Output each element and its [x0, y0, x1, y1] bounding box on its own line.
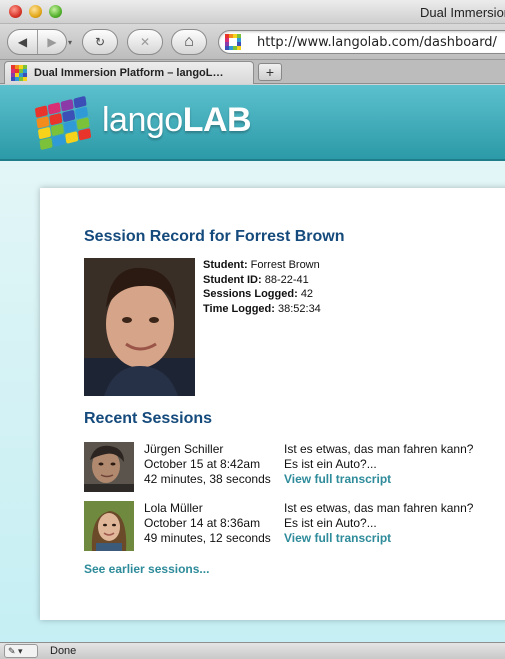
recent-sessions-heading: Recent Sessions	[84, 410, 213, 427]
excerpt-line-1: Ist es etwas, das man fahren kann?	[284, 501, 474, 515]
time-logged-row: Time Logged: 38:52:34	[203, 302, 321, 315]
session-excerpt: Ist es etwas, das man fahren kann? Es is…	[284, 442, 473, 487]
partner-avatar	[84, 442, 134, 492]
session-date: October 14 at 8:36am	[144, 516, 261, 530]
close-window-button[interactable]	[9, 5, 22, 18]
logo-text-bold: LAB	[182, 101, 252, 139]
stop-icon: ✕	[139, 35, 151, 49]
excerpt-line-2: Es ist ein Auto?...	[284, 516, 377, 530]
back-forward-group: ◀ ▶	[7, 29, 67, 55]
student-id-row: Student ID: 88-22-41	[203, 273, 309, 286]
window-title: Dual Immersion	[420, 5, 505, 20]
site-header: langoLAB	[0, 85, 505, 161]
session-excerpt: Ist es etwas, das man fahren kann? Es is…	[284, 501, 473, 546]
tab-label: Dual Immersion Platform – langoL…	[34, 67, 224, 79]
home-button[interactable]: ⌂	[171, 29, 207, 55]
session-record-heading: Session Record for Forrest Brown	[84, 228, 345, 245]
tab-dual-immersion[interactable]: Dual Immersion Platform – langoL…	[4, 61, 254, 84]
student-name-row: Student: Forrest Brown	[203, 259, 320, 271]
reload-button[interactable]: ↻	[82, 29, 118, 55]
excerpt-line-2: Es ist ein Auto?...	[284, 457, 377, 471]
zoom-window-button[interactable]	[49, 5, 62, 18]
view-transcript-link[interactable]: View full transcript	[284, 531, 473, 546]
browser-toolbar: ◀ ▶ ▾ ↻ ✕ ⌂ http://www.langolab.com/dash…	[0, 24, 505, 60]
view-transcript-link[interactable]: View full transcript	[284, 472, 473, 487]
pen-icon[interactable]: ✎ ▾	[4, 644, 38, 658]
langolab-logo-icon[interactable]	[34, 95, 95, 157]
site-favicon-icon	[225, 34, 241, 50]
student-name: Forrest Brown	[250, 259, 320, 271]
student-info: Student: Forrest Brown Student ID: 88-22…	[203, 258, 321, 316]
see-earlier-sessions-link[interactable]: See earlier sessions...	[84, 562, 209, 576]
session-meta: Lola Müller October 14 at 8:36am 49 minu…	[144, 501, 271, 546]
partner-name: Jürgen Schiller	[144, 442, 224, 456]
page-viewport: langoLAB Session Record for Forrest Brow…	[0, 85, 505, 642]
new-tab-button[interactable]: +	[258, 63, 282, 81]
partner-name: Lola Müller	[144, 501, 203, 515]
session-item: Jürgen Schiller October 15 at 8:42am 42 …	[84, 442, 505, 494]
sessions-logged-row: Sessions Logged: 42	[203, 288, 314, 300]
address-bar[interactable]: http://www.langolab.com/dashboard/	[218, 30, 505, 54]
back-button[interactable]: ◀	[8, 30, 37, 54]
student-id: 88-22-41	[264, 273, 309, 286]
home-icon: ⌂	[184, 33, 194, 50]
langolab-logo-text[interactable]: langoLAB	[102, 101, 252, 140]
status-bar: ✎ ▾ Done	[0, 642, 505, 659]
history-dropdown-icon[interactable]: ▾	[68, 38, 72, 47]
url-text: http://www.langolab.com/dashboard/	[257, 35, 497, 50]
session-meta: Jürgen Schiller October 15 at 8:42am 42 …	[144, 442, 271, 487]
session-date: October 15 at 8:42am	[144, 457, 261, 471]
partner-avatar	[84, 501, 134, 551]
content-card: Session Record for Forrest Brown Student…	[40, 188, 505, 620]
stop-button[interactable]: ✕	[127, 29, 163, 55]
student-photo	[84, 258, 195, 396]
logo-text-light: lango	[102, 101, 183, 139]
reload-icon: ↻	[94, 35, 106, 49]
minimize-window-button[interactable]	[29, 5, 42, 18]
status-text: Done	[50, 645, 77, 657]
excerpt-line-1: Ist es etwas, das man fahren kann?	[284, 442, 474, 456]
session-item: Lola Müller October 14 at 8:36am 49 minu…	[84, 501, 505, 553]
tab-favicon-icon	[11, 65, 27, 81]
time-logged: 38:52:34	[277, 302, 321, 315]
forward-button[interactable]: ▶	[36, 30, 66, 54]
back-arrow-icon: ◀	[17, 35, 28, 49]
sessions-logged: 42	[300, 288, 314, 300]
window-titlebar: Dual Immersion	[0, 0, 505, 24]
session-duration: 49 minutes, 12 seconds	[144, 531, 271, 545]
session-duration: 42 minutes, 38 seconds	[144, 472, 271, 486]
forward-arrow-icon: ▶	[47, 35, 57, 49]
tab-bar: Dual Immersion Platform – langoL… +	[0, 60, 505, 84]
